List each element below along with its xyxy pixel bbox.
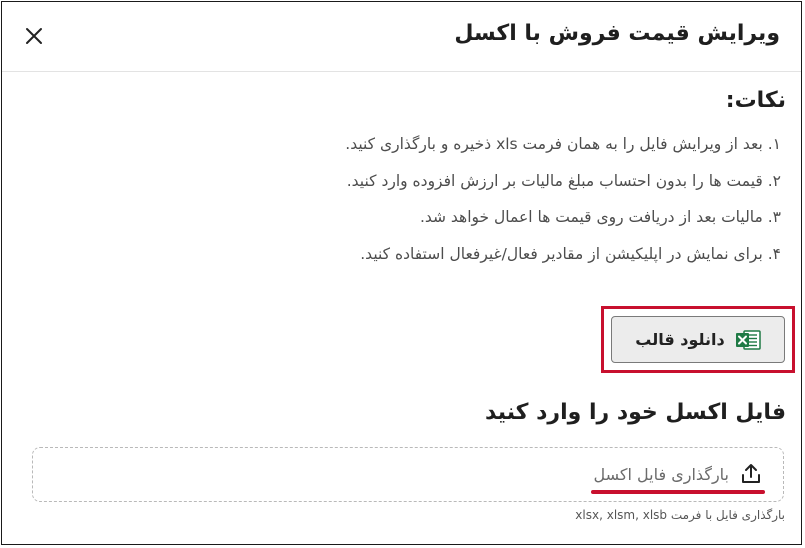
notes-heading: نکات: <box>725 88 786 113</box>
format-hint: بارگذاری فایل با فرمت xlsx, xlsm, xlsb <box>575 508 785 522</box>
note-item: ۲. قیمت ها را بدون احتساب مبلغ مالیات بر… <box>346 172 781 190</box>
dialog-header: ویرایش قیمت فروش با اکسل <box>2 2 801 72</box>
note-item: ۱. بعد از ویرایش فایل را به همان فرمت xl… <box>345 135 781 153</box>
close-button[interactable] <box>22 24 46 48</box>
dropzone-label: بارگذاری فایل اکسل <box>593 464 729 484</box>
download-template-button[interactable]: دانلود قالب <box>611 316 785 363</box>
dialog-title: ویرایش قیمت فروش با اکسل <box>454 21 780 46</box>
note-item: ۳. مالیات بعد از دریافت روی قیمت ها اعما… <box>419 208 781 226</box>
note-item: ۴. برای نمایش در اپلیکیشن از مقادیر فعال… <box>360 245 781 263</box>
upload-heading: فایل اکسل خود را وارد کنید <box>485 400 786 425</box>
excel-icon <box>735 329 761 350</box>
underline-annotation <box>591 490 765 494</box>
close-icon <box>26 28 42 44</box>
upload-icon <box>742 464 760 483</box>
download-template-label: دانلود قالب <box>635 330 725 349</box>
dropzone-content: بارگذاری فایل اکسل <box>594 462 763 486</box>
